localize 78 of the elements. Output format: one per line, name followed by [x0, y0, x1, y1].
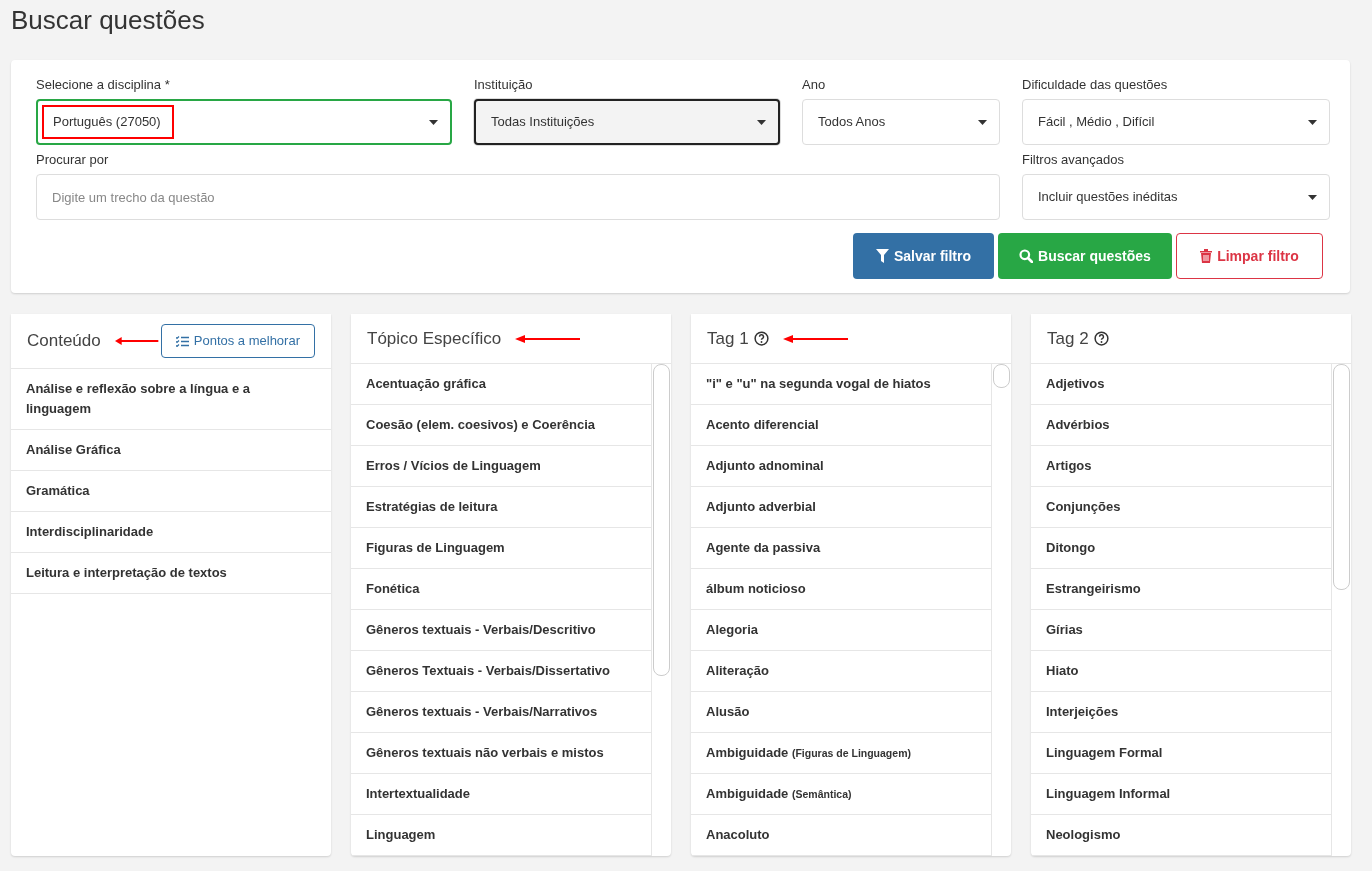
- list-item[interactable]: Anacoluto: [691, 815, 991, 856]
- list-item[interactable]: Fonética: [351, 569, 651, 610]
- caret-icon: [757, 119, 766, 125]
- list-item[interactable]: Gêneros Textuais - Verbais/Dissertativo: [351, 651, 651, 692]
- list-item[interactable]: Adjunto adnominal: [691, 446, 991, 487]
- field-label: Procurar por: [36, 151, 110, 169]
- caret-icon: [1308, 194, 1317, 200]
- list-item[interactable]: Linguagem: [351, 815, 651, 856]
- trash-icon: [1200, 249, 1213, 263]
- select-field[interactable]: Incluir questões inéditas: [1022, 174, 1330, 220]
- list-item[interactable]: Hiato: [1031, 651, 1331, 692]
- select-field[interactable]: Português (27050): [36, 99, 452, 145]
- list-item[interactable]: Alegoria: [691, 610, 991, 651]
- improve-points-button[interactable]: Pontos a melhorar: [160, 324, 315, 358]
- list-item[interactable]: Adjetivos: [1031, 364, 1331, 405]
- list-item[interactable]: Interjeições: [1031, 692, 1331, 733]
- list-item[interactable]: Figuras de Linguagem: [351, 528, 651, 569]
- field-label: Filtros avançados: [1022, 151, 1125, 169]
- panel-title: Tag 2: [1047, 327, 1089, 350]
- list-item[interactable]: Gêneros textuais - Verbais/Narrativos: [351, 692, 651, 733]
- select-field[interactable]: Todos Anos: [802, 99, 1000, 145]
- list-item[interactable]: Alusão: [691, 692, 991, 733]
- list-item[interactable]: Estratégias de leitura: [351, 487, 651, 528]
- select-field[interactable]: Todas Instituições: [474, 99, 780, 145]
- panel-title: Tag 1: [707, 327, 749, 350]
- scrollbar-thumb[interactable]: [1333, 364, 1350, 590]
- page-title: Buscar questões: [11, 4, 206, 37]
- list-item[interactable]: "i" e "u" na segunda vogal de hiatos: [691, 364, 991, 405]
- scrollbar[interactable]: [991, 364, 1011, 856]
- field-label: Instituição: [474, 76, 534, 94]
- list-item[interactable]: Gêneros textuais não verbais e mistos: [351, 733, 651, 774]
- list-item[interactable]: Gírias: [1031, 610, 1331, 651]
- list-item[interactable]: Coesão (elem. coesivos) e Coerência: [351, 405, 651, 446]
- list-item[interactable]: Acento diferencial: [691, 405, 991, 446]
- panel-title: Conteúdo: [27, 330, 101, 353]
- list-item[interactable]: Ditongo: [1031, 528, 1331, 569]
- list-item[interactable]: Interdisciplinaridade: [11, 512, 331, 553]
- list-item[interactable]: Análise e reflexão sobre a língua e a linguagem: [11, 369, 331, 430]
- scrollbar[interactable]: [651, 364, 671, 856]
- field-label: Dificuldade das questões: [1022, 76, 1169, 94]
- list-item[interactable]: Erros / Vícios de Linguagem: [351, 446, 651, 487]
- list-item[interactable]: Ambiguidade (Semântica): [691, 774, 991, 815]
- checklist-icon: [175, 335, 189, 347]
- list-item[interactable]: Linguagem Formal: [1031, 733, 1331, 774]
- list-item[interactable]: Intertextualidade: [351, 774, 651, 815]
- filter-icon: [876, 249, 889, 263]
- scrollbar-thumb[interactable]: [653, 364, 670, 676]
- caret-icon: [978, 119, 987, 125]
- list-item[interactable]: Conjunções: [1031, 487, 1331, 528]
- list-item[interactable]: Advérbios: [1031, 405, 1331, 446]
- list-item[interactable]: Aliteração: [691, 651, 991, 692]
- list-item[interactable]: Agente da passiva: [691, 528, 991, 569]
- save-button[interactable]: Salvar filtro: [853, 233, 994, 279]
- field-label: Ano: [802, 76, 827, 94]
- search-icon: [1019, 249, 1034, 263]
- help-icon[interactable]: [753, 331, 769, 346]
- list-item[interactable]: Leitura e interpretação de textos: [11, 553, 331, 594]
- list-item[interactable]: Ambiguidade (Figuras de Linguagem): [691, 733, 991, 774]
- clear-button[interactable]: Limpar filtro: [1176, 233, 1323, 279]
- list-item[interactable]: Gramática: [11, 471, 331, 512]
- list-item[interactable]: Neologismo: [1031, 815, 1331, 856]
- list-item[interactable]: Adjunto adverbial: [691, 487, 991, 528]
- list-item[interactable]: Estrangeirismo: [1031, 569, 1331, 610]
- list-item[interactable]: Gêneros textuais - Verbais/Descritivo: [351, 610, 651, 651]
- select-field[interactable]: Fácil , Médio , Difícil: [1022, 99, 1330, 145]
- list-item[interactable]: Análise Gráfica: [11, 430, 331, 471]
- list-item[interactable]: álbum noticioso: [691, 569, 991, 610]
- caret-icon: [429, 119, 438, 125]
- list-item[interactable]: Linguagem Informal: [1031, 774, 1331, 815]
- panel-title: Tópico Específico: [367, 327, 502, 350]
- search-field[interactable]: Digite um trecho da questão: [36, 174, 1000, 220]
- scrollbar-thumb[interactable]: [993, 364, 1010, 388]
- caret-icon: [1308, 119, 1317, 125]
- field-label: Selecione a disciplina *: [36, 76, 171, 94]
- scrollbar[interactable]: [1331, 364, 1351, 856]
- list-item[interactable]: Acentuação gráfica: [351, 364, 651, 405]
- list-item[interactable]: Artigos: [1031, 446, 1331, 487]
- help-icon[interactable]: [1093, 331, 1109, 346]
